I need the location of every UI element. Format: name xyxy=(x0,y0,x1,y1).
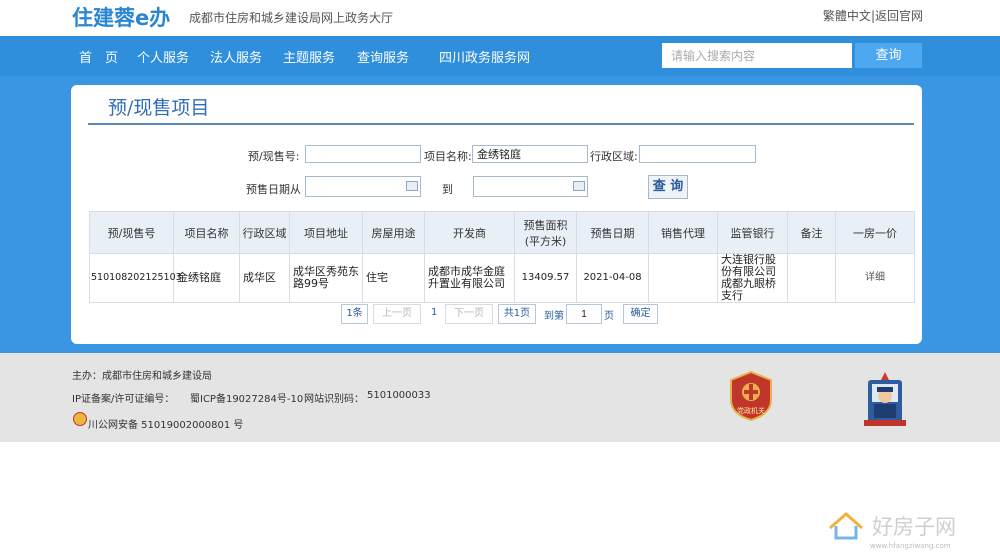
col-header-area: 预售面积(平方米) xyxy=(514,211,577,254)
cell-project-name: 金绣铭庭 xyxy=(173,253,240,303)
district-label: 行政区域: xyxy=(590,150,638,163)
cell-price-list: 详细 xyxy=(835,253,915,303)
col-header-district: 行政区域 xyxy=(239,211,290,254)
site-logo[interactable]: 住建蓉e办 xyxy=(72,2,170,32)
detail-link[interactable]: 详细 xyxy=(865,272,885,283)
gov-badge-label: 党政机关 xyxy=(737,406,765,415)
col-header-agent: 销售代理 xyxy=(648,211,718,254)
pager-page-unit: 页 xyxy=(604,311,614,322)
presale-no-input[interactable] xyxy=(305,145,421,163)
cell-developer: 成都市成华金庭升置业有限公司 xyxy=(424,253,515,303)
cell-presale-no: 510108202125103 xyxy=(89,253,182,303)
page-title: 预/现售项目 xyxy=(108,97,210,119)
watermark-logo: 好房子网 www.hfangziwang.com xyxy=(829,512,956,550)
cell-address: 成华区秀苑东路99号 xyxy=(289,253,363,303)
site-subtitle: 成都市住房和城乡建设局网上政务大厅 xyxy=(189,11,394,25)
col-header-developer: 开发商 xyxy=(424,211,515,254)
query-button[interactable]: 查 询 xyxy=(648,175,688,199)
project-name-input[interactable] xyxy=(472,145,588,163)
search-input[interactable] xyxy=(662,43,852,68)
footer-police-record[interactable]: 川公网安备 51019002000801 号 xyxy=(88,416,243,431)
date-to-input[interactable] xyxy=(473,176,588,197)
results-table: 预/现售号 项目名称 行政区域 项目地址 房屋用途 开发商 预售面积(平方米) … xyxy=(89,211,915,303)
calendar-icon[interactable] xyxy=(406,181,418,191)
cell-district: 成华区 xyxy=(239,253,290,303)
date-from-label: 预售日期从 xyxy=(246,183,301,196)
traditional-chinese-link[interactable]: 繁體中文 xyxy=(823,9,871,23)
top-bar: 住建蓉e办 成都市住房和城乡建设局网上政务大厅 繁體中文|返回官网 xyxy=(0,0,1000,36)
pager-record-count: 1条 xyxy=(341,304,368,324)
date-from-input[interactable] xyxy=(305,176,421,197)
cell-area: 13409.57 xyxy=(514,253,577,303)
gov-agency-badge-icon[interactable]: 党政机关 xyxy=(728,370,774,422)
col-header-address: 项目地址 xyxy=(289,211,363,254)
calendar-icon[interactable] xyxy=(573,181,585,191)
pager-total-pages: 共1页 xyxy=(498,304,536,324)
project-name-label: 项目名称: xyxy=(424,150,472,163)
nav-item-personal-services[interactable]: 个人服务 xyxy=(137,47,189,66)
cell-date: 2021-04-08 xyxy=(576,253,649,303)
col-header-project-name: 项目名称 xyxy=(173,211,240,254)
search-button[interactable]: 查询 xyxy=(855,43,922,68)
col-header-date: 预售日期 xyxy=(576,211,649,254)
pager-prev-button[interactable]: 上一页 xyxy=(373,304,421,324)
cell-remark xyxy=(787,253,836,303)
nav-item-home[interactable]: 首 页 xyxy=(79,47,118,66)
footer-site-id-value: 5101000033 xyxy=(367,390,431,401)
cell-agent xyxy=(648,253,718,303)
col-header-usage: 房屋用途 xyxy=(362,211,425,254)
nav-item-theme-services[interactable]: 主题服务 xyxy=(283,47,335,66)
pager-goto-label: 到第 xyxy=(544,311,564,322)
table-header-row: 预/现售号 项目名称 行政区域 项目地址 房屋用途 开发商 预售面积(平方米) … xyxy=(89,211,915,254)
nav-item-sichuan-gov-portal[interactable]: 四川政务服务网 xyxy=(439,47,530,66)
col-header-price-list: 一房一价 xyxy=(835,211,915,254)
cell-usage: 住宅 xyxy=(362,253,425,303)
table-row: 510108202125103 金绣铭庭 成华区 成华区秀苑东路99号 住宅 成… xyxy=(89,253,915,303)
presale-no-label: 预/现售号: xyxy=(248,150,300,163)
pager-confirm-button[interactable]: 确定 xyxy=(623,304,658,324)
nav-item-corporate-services[interactable]: 法人服务 xyxy=(210,47,262,66)
title-divider xyxy=(88,123,914,125)
district-input[interactable] xyxy=(639,145,756,163)
col-header-presale-no: 预/现售号 xyxy=(89,211,174,254)
footer-icp-value[interactable]: 蜀ICP备19027284号-10 xyxy=(190,390,303,405)
nav-item-query-services[interactable]: 查询服务 xyxy=(357,47,409,66)
internet-police-icon[interactable] xyxy=(862,370,908,428)
cell-bank: 大连银行股份有限公司成都九眼桥支行 xyxy=(717,253,788,303)
pager-next-button[interactable]: 下一页 xyxy=(445,304,493,324)
watermark-url: www.hfangziwang.com xyxy=(870,542,951,550)
back-to-official-site-link[interactable]: 返回官网 xyxy=(875,9,923,23)
watermark-text: 好房子网 xyxy=(872,515,956,539)
date-to-label: 到 xyxy=(442,183,453,196)
pager-goto-input[interactable] xyxy=(566,304,602,324)
pager-current-page: 1 xyxy=(431,307,438,318)
footer-site-id-label: 网站识别码： xyxy=(304,394,364,405)
footer-icp-label: IP证备案/许可证编号： xyxy=(72,394,175,405)
top-links: 繁體中文|返回官网 xyxy=(823,7,923,24)
col-header-remark: 备注 xyxy=(787,211,836,254)
police-emblem-icon xyxy=(73,412,87,426)
footer-sponsor: 主办：成都市住房和城乡建设局 xyxy=(72,371,212,382)
col-header-bank: 监管银行 xyxy=(717,211,788,254)
